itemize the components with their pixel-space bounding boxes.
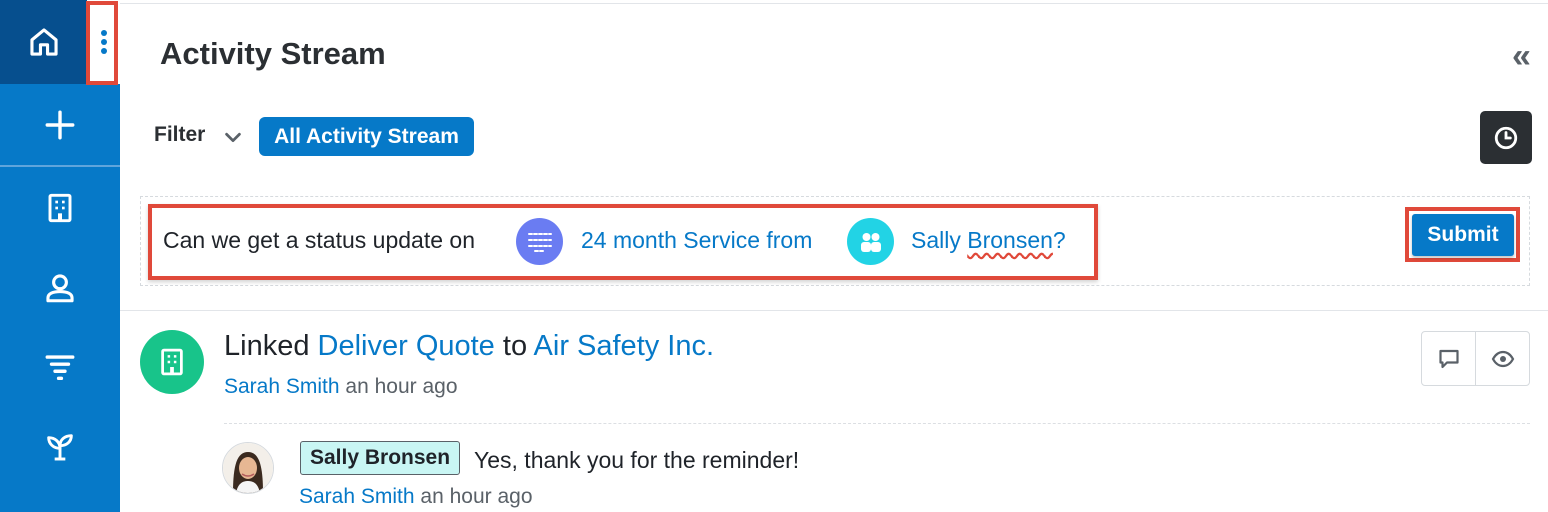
avatar [222, 442, 274, 494]
comment-icon [1438, 349, 1459, 368]
sidebar-item-opportunities[interactable] [0, 407, 120, 487]
sidebar-item-contacts[interactable] [0, 248, 120, 328]
sidebar-nav [0, 0, 120, 512]
sidebar-item-leads[interactable] [0, 327, 120, 407]
activity-target-link[interactable]: Air Safety Inc. [534, 330, 715, 362]
preview-button[interactable] [1475, 332, 1529, 385]
reply-text: Yes, thank you for the reminder! [474, 447, 800, 473]
contact-mention-icon [847, 218, 894, 265]
mention-contact-tail: ? [1052, 227, 1066, 253]
sprout-icon [47, 434, 73, 461]
mention-quote-link[interactable]: 24 month Service from [581, 227, 812, 254]
account-module-icon [140, 330, 204, 394]
top-border [120, 3, 1548, 4]
activity-meta: Sarah Smith an hour ago [224, 375, 458, 399]
activity-time: an hour ago [339, 375, 458, 398]
timeline-button[interactable] [1480, 111, 1532, 164]
highlight-box-menu [86, 1, 118, 85]
collapse-pane-button[interactable]: « [1512, 36, 1531, 76]
chevron-down-icon [225, 132, 241, 143]
submit-button[interactable]: Submit [1412, 214, 1514, 256]
mention-contact-last: Bronsen [967, 227, 1053, 253]
page-title: Activity Stream [160, 36, 386, 71]
filter-funnel-icon [45, 355, 75, 381]
filter-dropdown-toggle[interactable] [222, 126, 244, 153]
quote-lines-icon [527, 232, 552, 252]
sidebar-divider [0, 165, 120, 167]
activity-actions [1421, 331, 1530, 386]
filter-selected-pill[interactable]: All Activity Stream [259, 117, 474, 156]
activity-object-link[interactable]: Deliver Quote [318, 330, 495, 362]
mention-contact-link[interactable]: Sally Bronsen? [911, 227, 1066, 254]
building-icon [48, 193, 72, 223]
double-chevron-left-icon: « [1512, 37, 1531, 75]
mention-tag[interactable]: Sally Bronsen [300, 441, 461, 475]
sidebar-item-home[interactable] [0, 0, 87, 84]
stream-divider [120, 310, 1548, 311]
activity-author-link[interactable]: Sarah Smith [224, 375, 340, 398]
sidebar-item-quick-create[interactable] [0, 85, 120, 165]
activity-verb: Linked [224, 330, 318, 362]
people-icon [860, 232, 881, 252]
sidebar-item-accounts[interactable] [0, 168, 120, 248]
filter-label: Filter [154, 123, 206, 146]
reply-divider [224, 423, 1530, 424]
reply-time: an hour ago [414, 485, 533, 508]
quote-mention-icon [516, 218, 563, 265]
reply-author-link[interactable]: Sarah Smith [299, 485, 415, 508]
building-icon [161, 348, 183, 376]
home-icon [29, 28, 58, 56]
plus-icon [45, 110, 75, 140]
person-icon [46, 274, 74, 303]
comment-button[interactable] [1422, 332, 1475, 385]
clock-icon [1494, 126, 1518, 149]
post-input-text: Can we get a status update on [163, 227, 475, 253]
eye-icon [1491, 350, 1514, 367]
activity-connector: to [494, 330, 534, 362]
activity-summary: Linked Deliver Quote to Air Safety Inc. [224, 330, 714, 363]
user-photo-icon [223, 443, 273, 493]
mention-contact-first: Sally [911, 227, 968, 253]
reply-meta: Sarah Smith an hour ago [299, 485, 533, 509]
